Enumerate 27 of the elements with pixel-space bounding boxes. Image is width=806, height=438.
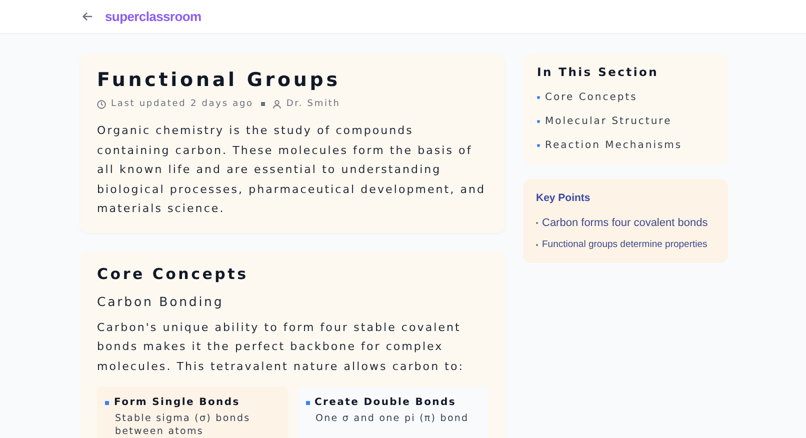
clock-icon xyxy=(97,100,106,109)
person-icon xyxy=(273,100,282,109)
toc-link[interactable]: Reaction Mechanisms xyxy=(545,138,682,154)
bullet-icon xyxy=(105,400,109,405)
concept-text: One σ and one pi (π) bond xyxy=(316,412,470,426)
concept-text: Stable sigma (σ) bonds between atoms xyxy=(115,412,252,438)
toc-link[interactable]: Molecular Structure xyxy=(545,114,672,130)
concept-title: Create Double Bonds xyxy=(314,396,456,410)
back-arrow-icon[interactable] xyxy=(82,11,93,22)
section-title: Core Concepts xyxy=(97,264,250,284)
key-point-text: Functional groups determine properties xyxy=(542,238,708,252)
section-subtitle: Carbon Bonding xyxy=(97,293,225,311)
updated-text: Last updated 2 days ago xyxy=(111,98,254,110)
author-text: Dr. Smith xyxy=(286,98,340,110)
bullet-icon xyxy=(537,144,540,148)
bullet-icon xyxy=(537,96,540,100)
key-point-text: Carbon forms four covalent bonds xyxy=(542,216,708,231)
toc-link[interactable]: Core Concepts xyxy=(545,90,638,106)
section-paragraph: Carbon's unique ability to form four stable covalent bonds makes it the perfect backbone for complex molecules. This tetravalent nature allows carbon to: xyxy=(97,320,465,375)
bullet-icon xyxy=(537,120,540,124)
intro-paragraph: Organic chemistry is the study of compounds containing carbon. These molecules form the basis of all known life and are essential to understanding biological processes, pharmaceutical development, and materials science. xyxy=(97,123,487,217)
brand-logo[interactable]: superclassroom xyxy=(105,6,202,26)
bullet-icon xyxy=(306,400,310,405)
toc-title: In This Section xyxy=(537,64,660,81)
article-title: Functional Groups xyxy=(97,68,342,93)
key-points-title: Key Points xyxy=(536,191,592,206)
concept-title: Form Single Bonds xyxy=(114,396,240,410)
